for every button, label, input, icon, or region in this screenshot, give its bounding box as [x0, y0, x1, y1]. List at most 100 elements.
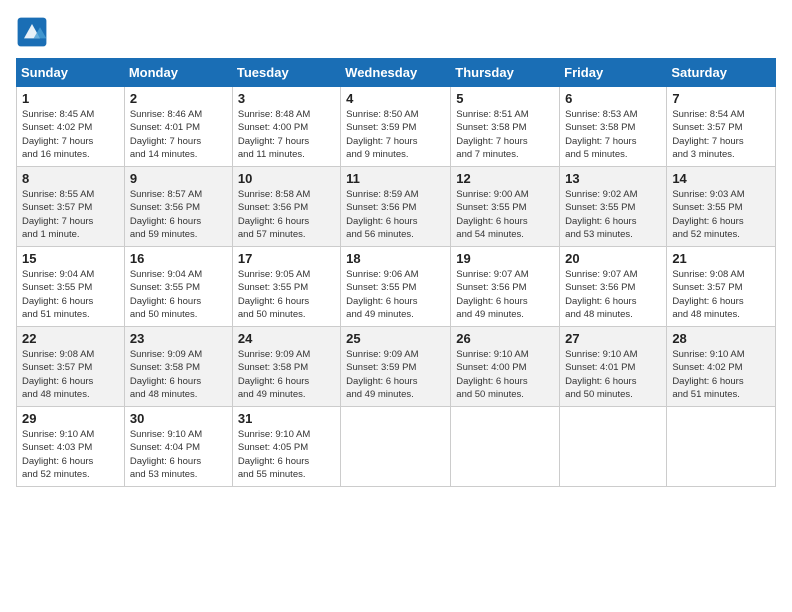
day-cell: 23 Sunrise: 9:09 AM Sunset: 3:58 PM Dayli…	[124, 327, 232, 407]
day-cell: 20Sunrise: 9:07 AM Sunset: 3:56 PM Dayli…	[560, 247, 667, 327]
day-number: 20	[565, 251, 661, 266]
weekday-sunday: Sunday	[17, 59, 125, 87]
day-number: 23	[130, 331, 227, 346]
day-cell: 19 Sunrise: 9:07 AM Sunset: 3:56 PM Dayli…	[451, 247, 560, 327]
day-cell: 14 Sunrise: 9:03 AM Sunset: 3:55 PM Dayli…	[667, 167, 776, 247]
day-number: 27	[565, 331, 661, 346]
day-cell: 30 Sunrise: 9:10 AM Sunset: 4:04 PM Dayli…	[124, 407, 232, 487]
day-info: Sunrise: 8:58 AM Sunset: 3:56 PM Dayligh…	[238, 188, 335, 241]
day-cell: 11Sunrise: 8:59 AM Sunset: 3:56 PM Dayli…	[341, 167, 451, 247]
day-cell: 15 Sunrise: 9:04 AM Sunset: 3:55 PM Dayli…	[17, 247, 125, 327]
day-cell: 18 Sunrise: 9:06 AM Sunset: 3:55 PM Dayli…	[341, 247, 451, 327]
day-cell	[667, 407, 776, 487]
day-cell: 16 Sunrise: 9:04 AM Sunset: 3:55 PM Dayli…	[124, 247, 232, 327]
weekday-tuesday: Tuesday	[232, 59, 340, 87]
day-cell: 28Sunrise: 9:10 AM Sunset: 4:02 PM Dayli…	[667, 327, 776, 407]
week-row-3: 15 Sunrise: 9:04 AM Sunset: 3:55 PM Dayli…	[17, 247, 776, 327]
day-cell: 1Sunrise: 8:45 AM Sunset: 4:02 PM Daylig…	[17, 87, 125, 167]
day-cell: 4 Sunrise: 8:50 AM Sunset: 3:59 PM Daylig…	[341, 87, 451, 167]
calendar-page: SundayMondayTuesdayWednesdayThursdayFrid…	[0, 0, 792, 612]
day-number: 4	[346, 91, 445, 106]
day-number: 6	[565, 91, 661, 106]
day-info: Sunrise: 9:09 AM Sunset: 3:59 PM Dayligh…	[346, 348, 445, 401]
day-number: 17	[238, 251, 335, 266]
day-cell: 2 Sunrise: 8:46 AM Sunset: 4:01 PM Daylig…	[124, 87, 232, 167]
day-info: Sunrise: 9:00 AM Sunset: 3:55 PM Dayligh…	[456, 188, 554, 241]
calendar-table: SundayMondayTuesdayWednesdayThursdayFrid…	[16, 58, 776, 487]
day-info: Sunrise: 9:10 AM Sunset: 4:01 PM Dayligh…	[565, 348, 661, 401]
day-cell: 10 Sunrise: 8:58 AM Sunset: 3:56 PM Dayli…	[232, 167, 340, 247]
day-number: 7	[672, 91, 770, 106]
day-number: 22	[22, 331, 119, 346]
page-header	[16, 16, 776, 48]
weekday-header-row: SundayMondayTuesdayWednesdayThursdayFrid…	[17, 59, 776, 87]
day-number: 25	[346, 331, 445, 346]
day-number: 18	[346, 251, 445, 266]
day-number: 29	[22, 411, 119, 426]
weekday-saturday: Saturday	[667, 59, 776, 87]
day-cell: 9Sunrise: 8:57 AM Sunset: 3:56 PM Daylig…	[124, 167, 232, 247]
day-number: 21	[672, 251, 770, 266]
day-number: 8	[22, 171, 119, 186]
day-cell: 8 Sunrise: 8:55 AM Sunset: 3:57 PM Daylig…	[17, 167, 125, 247]
day-cell: 31 Sunrise: 9:10 AM Sunset: 4:05 PM Dayli…	[232, 407, 340, 487]
day-cell: 5Sunrise: 8:51 AM Sunset: 3:58 PM Daylig…	[451, 87, 560, 167]
day-info: Sunrise: 9:06 AM Sunset: 3:55 PM Dayligh…	[346, 268, 445, 321]
day-info: Sunrise: 9:10 AM Sunset: 4:03 PM Dayligh…	[22, 428, 119, 481]
day-info: Sunrise: 9:05 AM Sunset: 3:55 PM Dayligh…	[238, 268, 335, 321]
day-cell: 29 Sunrise: 9:10 AM Sunset: 4:03 PM Dayli…	[17, 407, 125, 487]
day-info: Sunrise: 9:09 AM Sunset: 3:58 PM Dayligh…	[238, 348, 335, 401]
weekday-thursday: Thursday	[451, 59, 560, 87]
day-info: Sunrise: 8:50 AM Sunset: 3:59 PM Dayligh…	[346, 108, 445, 161]
day-info: Sunrise: 9:02 AM Sunset: 3:55 PM Dayligh…	[565, 188, 661, 241]
day-info: Sunrise: 8:59 AM Sunset: 3:56 PM Dayligh…	[346, 188, 445, 241]
logo-icon	[16, 16, 48, 48]
day-number: 19	[456, 251, 554, 266]
day-cell: 6 Sunrise: 8:53 AM Sunset: 3:58 PM Daylig…	[560, 87, 667, 167]
day-number: 9	[130, 171, 227, 186]
day-cell: 21 Sunrise: 9:08 AM Sunset: 3:57 PM Dayli…	[667, 247, 776, 327]
day-info: Sunrise: 9:04 AM Sunset: 3:55 PM Dayligh…	[22, 268, 119, 321]
day-number: 3	[238, 91, 335, 106]
day-info: Sunrise: 9:08 AM Sunset: 3:57 PM Dayligh…	[672, 268, 770, 321]
day-info: Sunrise: 9:10 AM Sunset: 4:04 PM Dayligh…	[130, 428, 227, 481]
day-info: Sunrise: 8:53 AM Sunset: 3:58 PM Dayligh…	[565, 108, 661, 161]
day-info: Sunrise: 9:04 AM Sunset: 3:55 PM Dayligh…	[130, 268, 227, 321]
day-number: 26	[456, 331, 554, 346]
day-info: Sunrise: 8:48 AM Sunset: 4:00 PM Dayligh…	[238, 108, 335, 161]
day-number: 31	[238, 411, 335, 426]
day-info: Sunrise: 8:46 AM Sunset: 4:01 PM Dayligh…	[130, 108, 227, 161]
day-info: Sunrise: 9:10 AM Sunset: 4:05 PM Dayligh…	[238, 428, 335, 481]
week-row-4: 22Sunrise: 9:08 AM Sunset: 3:57 PM Dayli…	[17, 327, 776, 407]
day-cell: 25 Sunrise: 9:09 AM Sunset: 3:59 PM Dayli…	[341, 327, 451, 407]
day-info: Sunrise: 9:10 AM Sunset: 4:02 PM Dayligh…	[672, 348, 770, 401]
logo	[16, 16, 52, 48]
day-cell: 24 Sunrise: 9:09 AM Sunset: 3:58 PM Dayli…	[232, 327, 340, 407]
weekday-wednesday: Wednesday	[341, 59, 451, 87]
day-cell: 12Sunrise: 9:00 AM Sunset: 3:55 PM Dayli…	[451, 167, 560, 247]
day-info: Sunrise: 8:45 AM Sunset: 4:02 PM Dayligh…	[22, 108, 119, 161]
day-cell	[341, 407, 451, 487]
day-info: Sunrise: 8:55 AM Sunset: 3:57 PM Dayligh…	[22, 188, 119, 241]
day-cell	[560, 407, 667, 487]
weekday-monday: Monday	[124, 59, 232, 87]
day-cell: 26 Sunrise: 9:10 AM Sunset: 4:00 PM Dayli…	[451, 327, 560, 407]
day-number: 10	[238, 171, 335, 186]
day-info: Sunrise: 8:54 AM Sunset: 3:57 PM Dayligh…	[672, 108, 770, 161]
day-cell: 27 Sunrise: 9:10 AM Sunset: 4:01 PM Dayli…	[560, 327, 667, 407]
day-number: 24	[238, 331, 335, 346]
day-number: 30	[130, 411, 227, 426]
day-number: 15	[22, 251, 119, 266]
day-number: 16	[130, 251, 227, 266]
day-number: 2	[130, 91, 227, 106]
day-number: 14	[672, 171, 770, 186]
day-info: Sunrise: 9:03 AM Sunset: 3:55 PM Dayligh…	[672, 188, 770, 241]
day-cell: 22Sunrise: 9:08 AM Sunset: 3:57 PM Dayli…	[17, 327, 125, 407]
day-info: Sunrise: 9:07 AM Sunset: 3:56 PM Dayligh…	[456, 268, 554, 321]
day-cell: 7 Sunrise: 8:54 AM Sunset: 3:57 PM Daylig…	[667, 87, 776, 167]
week-row-1: 1Sunrise: 8:45 AM Sunset: 4:02 PM Daylig…	[17, 87, 776, 167]
day-cell: 17 Sunrise: 9:05 AM Sunset: 3:55 PM Dayli…	[232, 247, 340, 327]
week-row-5: 29 Sunrise: 9:10 AM Sunset: 4:03 PM Dayli…	[17, 407, 776, 487]
day-info: Sunrise: 9:10 AM Sunset: 4:00 PM Dayligh…	[456, 348, 554, 401]
day-info: Sunrise: 9:09 AM Sunset: 3:58 PM Dayligh…	[130, 348, 227, 401]
